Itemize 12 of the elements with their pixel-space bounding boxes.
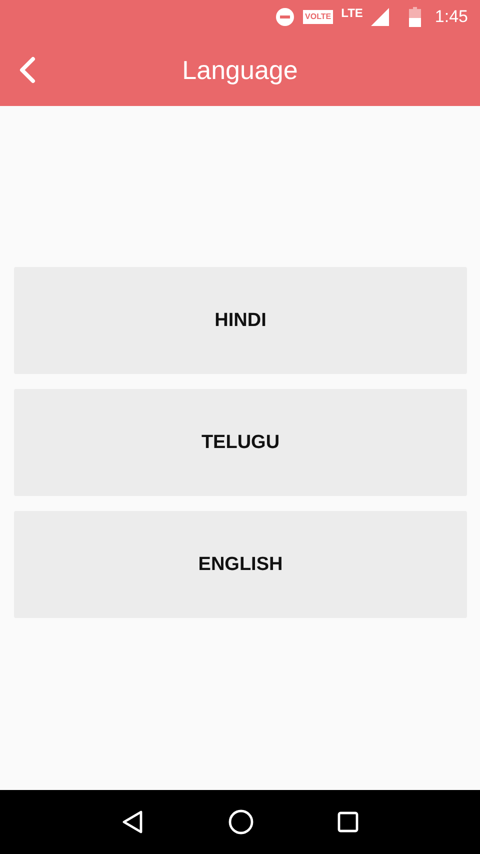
battery-icon: [408, 7, 421, 27]
home-icon[interactable]: [228, 809, 254, 835]
language-button[interactable]: ENGLISH: [14, 511, 467, 618]
do-not-disturb-icon: [275, 7, 296, 27]
network-type: LTE: [341, 6, 363, 20]
screen-title: Language: [182, 54, 298, 86]
signal-icon: [370, 8, 389, 26]
recent-apps-icon[interactable]: [336, 811, 359, 833]
volte-badge: VOLTE: [303, 10, 334, 24]
status-time: 1:45: [434, 7, 468, 27]
language-button[interactable]: HINDI: [14, 267, 467, 374]
language-button[interactable]: TELUGU: [14, 389, 467, 496]
